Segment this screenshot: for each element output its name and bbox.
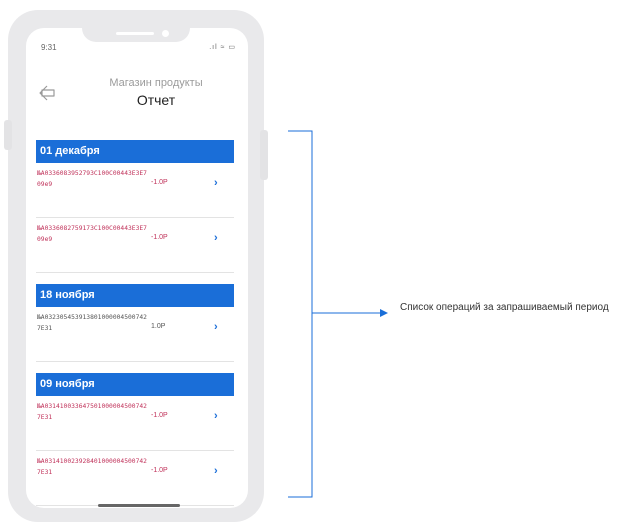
callout-text: Список операций за запрашиваемый период (400, 302, 609, 313)
callout-connector (288, 130, 388, 498)
arrow-head-icon (380, 309, 388, 317)
